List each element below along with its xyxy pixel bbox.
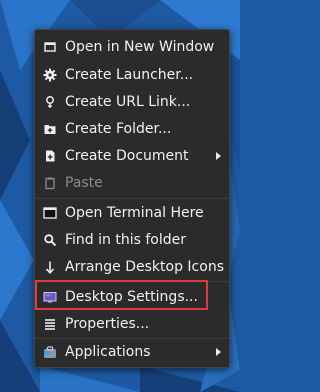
terminal-icon <box>43 206 57 220</box>
menu-item-label: Applications <box>65 343 151 360</box>
menu-item-applications[interactable]: Applications <box>35 338 229 365</box>
gear-icon <box>43 68 57 82</box>
menu-item-desktop-settings[interactable]: Desktop Settings... <box>35 283 229 310</box>
properties-icon <box>43 317 57 331</box>
clipboard-icon <box>43 176 57 190</box>
folder-plus-icon <box>43 122 57 136</box>
menu-item-paste: Paste <box>35 169 229 196</box>
desktop-settings-icon <box>43 290 57 304</box>
arrange-icon <box>43 260 57 274</box>
menu-item-label: Create Folder... <box>65 120 172 137</box>
menu-item-create-launcher[interactable]: Create Launcher... <box>35 61 229 88</box>
menu-item-label: Properties... <box>65 315 150 332</box>
menu-item-label: Open Terminal Here <box>65 204 204 221</box>
menu-separator <box>35 281 229 282</box>
document-plus-icon <box>43 149 57 163</box>
applications-icon <box>43 345 57 359</box>
menu-item-label: Open in New Window <box>65 38 215 55</box>
menu-item-label: Create Document <box>65 147 189 164</box>
desktop-context-menu: Open in New Window Create Launcher... Cr… <box>34 29 230 368</box>
window-icon <box>43 40 57 54</box>
menu-item-label: Find in this folder <box>65 231 186 248</box>
menu-item-label: Arrange Desktop Icons <box>65 258 224 275</box>
menu-item-properties[interactable]: Properties... <box>35 310 229 337</box>
menu-item-label: Desktop Settings... <box>65 288 198 305</box>
search-icon <box>43 233 57 247</box>
menu-item-find-in-folder[interactable]: Find in this folder <box>35 226 229 253</box>
menu-item-open-new-window[interactable]: Open in New Window <box>35 33 229 60</box>
submenu-arrow-icon <box>216 347 221 356</box>
menu-item-arrange-icons[interactable]: Arrange Desktop Icons <box>35 253 229 280</box>
menu-item-label: Create Launcher... <box>65 66 194 83</box>
menu-item-label: Create URL Link... <box>65 93 191 110</box>
submenu-arrow-icon <box>216 151 221 160</box>
menu-item-open-terminal[interactable]: Open Terminal Here <box>35 199 229 226</box>
menu-item-create-url-link[interactable]: Create URL Link... <box>35 88 229 115</box>
menu-item-create-document[interactable]: Create Document <box>35 142 229 169</box>
link-icon <box>43 95 57 109</box>
menu-item-create-folder[interactable]: Create Folder... <box>35 115 229 142</box>
menu-item-label: Paste <box>65 174 103 191</box>
